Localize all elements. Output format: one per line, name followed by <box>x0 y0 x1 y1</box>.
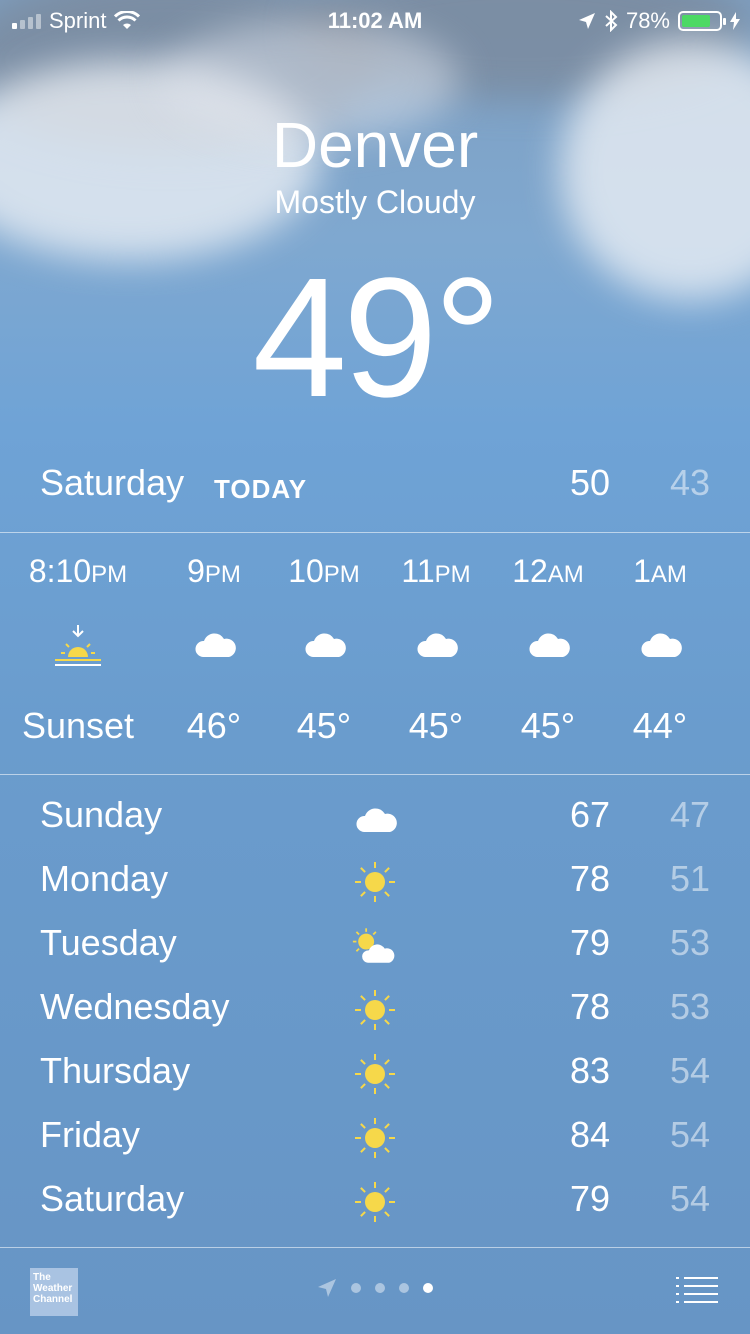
status-bar: Sprint 11:02 AM 78% <box>0 0 750 40</box>
daily-high: 79 <box>569 922 610 963</box>
hourly-forecast[interactable]: 8:10PM Sunset 9PM 46° 10PM 45° 11PM 45° … <box>0 533 750 773</box>
daily-row: Sunday 67 47 <box>40 790 710 854</box>
daily-row: Monday 78 51 <box>40 854 710 918</box>
daily-low: 53 <box>669 986 710 1027</box>
daily-row: Wednesday 78 53 <box>40 982 710 1046</box>
daily-high: 79 <box>569 1178 610 1219</box>
hourly-period: PM <box>204 561 241 588</box>
current-temperature: 49° <box>252 243 501 433</box>
page-dot[interactable] <box>375 1283 385 1293</box>
daily-row: Saturday 79 54 <box>40 1174 710 1238</box>
daily-high: 67 <box>569 794 610 835</box>
sun-icon <box>352 1054 398 1094</box>
daily-day: Monday <box>40 858 169 899</box>
partly-sunny-icon <box>352 926 398 966</box>
hourly-period: PM <box>434 561 471 588</box>
daily-row: Tuesday 79 53 <box>40 918 710 982</box>
daily-low: 54 <box>669 1178 710 1219</box>
weather-icon <box>705 623 750 663</box>
city-name: Denver <box>271 109 479 181</box>
battery-icon <box>678 11 726 31</box>
hourly-period: PM <box>91 561 128 588</box>
daily-low: 54 <box>669 1114 710 1155</box>
hourly-temperature: Sunset <box>21 705 135 746</box>
page-dot[interactable] <box>399 1283 409 1293</box>
hourly-temperature: 45° <box>520 705 576 746</box>
hourly-hour: 10 <box>288 553 324 589</box>
current-location-page-icon[interactable] <box>317 1278 337 1298</box>
daily-day: Wednesday <box>40 986 230 1027</box>
divider <box>0 774 750 775</box>
city-list-icon[interactable] <box>676 1276 718 1304</box>
hourly-hour: 9 <box>187 553 205 589</box>
hourly-hour: 12 <box>512 553 548 589</box>
hourly-time: 2 <box>705 553 750 590</box>
hourly-period: AM <box>650 561 687 588</box>
hourly-temperature: 4 <box>705 705 750 747</box>
daily-high: 84 <box>569 1114 610 1155</box>
daily-row: Thursday 83 54 <box>40 1046 710 1110</box>
daily-day: Tuesday <box>40 922 177 963</box>
location-arrow-icon <box>578 13 595 29</box>
daily-low: 54 <box>669 1050 710 1091</box>
daily-high: 78 <box>569 858 610 899</box>
weather-condition: Mostly Cloudy <box>274 184 476 220</box>
hourly-temperature: 45° <box>408 705 464 746</box>
hourly-period: PM <box>323 561 360 588</box>
sun-icon <box>352 1182 398 1222</box>
daily-high: 83 <box>569 1050 610 1091</box>
hourly-time: 12AM <box>483 553 613 590</box>
today-high: 50 <box>569 462 610 503</box>
hourly-time: 11PM <box>371 553 501 590</box>
bottom-toolbar: The Weather Channel <box>0 1248 750 1334</box>
daily-day: Sunday <box>40 794 163 835</box>
battery-percentage: 78% <box>625 8 670 33</box>
sun-icon <box>352 862 398 902</box>
hourly-period: AM <box>547 561 584 588</box>
cloud-icon <box>371 623 501 663</box>
daily-forecast[interactable]: Sunday 67 47 Monday 78 51 Tuesday 79 53 … <box>40 790 710 1238</box>
page-indicator[interactable] <box>0 1278 750 1298</box>
page-dot[interactable] <box>423 1283 433 1293</box>
bluetooth-icon <box>605 10 618 32</box>
daily-day: Saturday <box>40 1178 185 1219</box>
daily-day: Friday <box>40 1114 141 1155</box>
daily-low: 47 <box>669 794 710 835</box>
cloud-icon <box>483 623 613 663</box>
today-day: Saturday <box>40 462 185 503</box>
sun-icon <box>352 1118 398 1158</box>
today-summary: Saturday TODAY 50 43 <box>40 462 710 512</box>
daily-low: 53 <box>669 922 710 963</box>
daily-high: 78 <box>569 986 610 1027</box>
hourly-hour: 1 <box>633 553 651 589</box>
cloud-icon <box>259 623 389 663</box>
sun-icon <box>352 990 398 1030</box>
hourly-time: 10PM <box>259 553 389 590</box>
hourly-temperature: 45° <box>296 705 352 746</box>
sunset-icon <box>13 623 143 666</box>
daily-low: 51 <box>669 858 710 899</box>
hourly-time: 8:10PM <box>13 553 143 590</box>
daily-row: Friday 84 54 <box>40 1110 710 1174</box>
cloud-icon <box>352 798 398 838</box>
hourly-hour: 8:10 <box>28 553 92 589</box>
page-dot[interactable] <box>351 1283 361 1293</box>
charging-bolt-icon <box>730 12 740 30</box>
hourly-hour: 11 <box>401 553 435 589</box>
daily-day: Thursday <box>40 1050 191 1091</box>
today-label: TODAY <box>214 474 308 504</box>
today-low: 43 <box>669 462 710 503</box>
